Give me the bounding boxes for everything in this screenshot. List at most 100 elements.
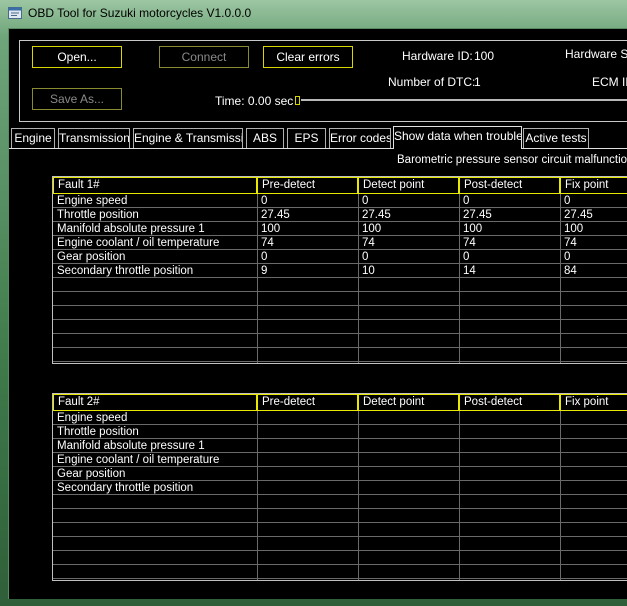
fault1-cell-pre-detect[interactable]: 74: [257, 236, 358, 250]
fault2-cell-parameter[interactable]: Gear position: [53, 467, 257, 481]
fault1-cell-detect-point[interactable]: 100: [358, 222, 459, 236]
fault2-cell-fix-point[interactable]: [560, 425, 627, 439]
fault2-cell-pre-detect[interactable]: [257, 467, 358, 481]
time-slider-thumb[interactable]: [295, 96, 300, 105]
fault2-cell-post-detect[interactable]: [459, 453, 560, 467]
fault2-cell-post-detect[interactable]: [459, 439, 560, 453]
fault2-cell-fix-point[interactable]: [560, 453, 627, 467]
fault2-cell-pre-detect[interactable]: [257, 425, 358, 439]
fault1-cell-parameter[interactable]: Secondary throttle position: [53, 264, 257, 278]
fault1-header-post-detect[interactable]: Post-detect: [459, 177, 560, 194]
tab-show-data-when-trouble[interactable]: Show data when trouble: [393, 126, 522, 149]
fault1-cell-fix-point[interactable]: 84: [560, 264, 627, 278]
fault2-cell-detect-point[interactable]: [358, 481, 459, 495]
fault2-header-name[interactable]: Fault 2#: [53, 394, 257, 411]
fault1-cell-parameter[interactable]: Manifold absolute pressure 1: [53, 222, 257, 236]
fault1-cell-post-detect[interactable]: 27.45: [459, 208, 560, 222]
fault1-cell-post-detect[interactable]: 0: [459, 194, 560, 208]
fault2-header-detect-point[interactable]: Detect point: [358, 394, 459, 411]
fault2-cell-parameter[interactable]: Engine speed: [53, 411, 257, 425]
tab-eps[interactable]: EPS: [287, 128, 326, 148]
title-bar[interactable]: OBD Tool for Suzuki motorcycles V1.0.0.0: [0, 0, 627, 28]
fault1-header-pre-detect[interactable]: Pre-detect: [257, 177, 358, 194]
fault2-header-post-detect[interactable]: Post-detect: [459, 394, 560, 411]
fault1-header-detect-point[interactable]: Detect point: [358, 177, 459, 194]
fault1-cell-fix-point[interactable]: 27.45: [560, 208, 627, 222]
fault2-cell-pre-detect[interactable]: [257, 481, 358, 495]
fault1-cell-pre-detect[interactable]: 27.45: [257, 208, 358, 222]
fault1-cell-parameter[interactable]: Throttle position: [53, 208, 257, 222]
row-divider: [53, 305, 627, 306]
fault2-cell-post-detect[interactable]: [459, 467, 560, 481]
fault1-cell-pre-detect[interactable]: 100: [257, 222, 358, 236]
fault1-cell-pre-detect[interactable]: 9: [257, 264, 358, 278]
fault1-cell-fix-point[interactable]: 74: [560, 236, 627, 250]
fault1-cell-parameter[interactable]: Engine speed: [53, 194, 257, 208]
fault1-cell-detect-point[interactable]: 10: [358, 264, 459, 278]
row-divider: [53, 508, 627, 509]
fault2-cell-post-detect[interactable]: [459, 425, 560, 439]
fault2-cell-detect-point[interactable]: [358, 453, 459, 467]
fault2-cell-detect-point[interactable]: [358, 467, 459, 481]
trouble-title: Barometric pressure sensor circuit malfu…: [397, 154, 627, 166]
time-slider-track[interactable]: [301, 99, 627, 101]
tab-transmission[interactable]: Transmission: [58, 128, 130, 148]
row-divider: [53, 291, 627, 292]
fault2-cell-post-detect[interactable]: [459, 411, 560, 425]
connect-button[interactable]: Connect: [159, 46, 249, 68]
tab-engine[interactable]: Engine: [11, 128, 55, 148]
tab-abs[interactable]: ABS: [246, 128, 284, 148]
fault1-cell-post-detect[interactable]: 100: [459, 222, 560, 236]
row-divider: [53, 564, 627, 565]
fault2-cell-parameter[interactable]: Secondary throttle position: [53, 481, 257, 495]
fault1-cell-parameter[interactable]: Engine coolant / oil temperature: [53, 236, 257, 250]
open-button[interactable]: Open...: [32, 46, 122, 68]
fault1-cell-fix-point[interactable]: 0: [560, 250, 627, 264]
row-divider: [53, 333, 627, 334]
fault2-header-fix-point[interactable]: Fix point: [560, 394, 627, 411]
fault1-grid[interactable]: Fault 1# Pre-detect Detect point Post-detec…: [52, 176, 627, 364]
clear-errors-button[interactable]: Clear errors: [263, 46, 353, 68]
tab-engine-transmission[interactable]: Engine & Transmission: [133, 128, 243, 148]
fault1-cell-pre-detect[interactable]: 0: [257, 250, 358, 264]
fault1-cell-fix-point[interactable]: 0: [560, 194, 627, 208]
save-as-button[interactable]: Save As...: [32, 88, 122, 110]
fault2-cell-parameter[interactable]: Engine coolant / oil temperature: [53, 453, 257, 467]
fault2-cell-pre-detect[interactable]: [257, 453, 358, 467]
fault1-cell-detect-point[interactable]: 74: [358, 236, 459, 250]
fault1-cell-post-detect[interactable]: 74: [459, 236, 560, 250]
fault2-grid[interactable]: Fault 2# Pre-detect Detect point Post-detec…: [52, 393, 627, 581]
tab-active-tests[interactable]: Active tests: [523, 128, 589, 148]
fault1-header-name[interactable]: Fault 1#: [53, 177, 257, 194]
fault2-cell-detect-point[interactable]: [358, 439, 459, 453]
main-panel: Open... Connect Clear errors Save As... …: [8, 28, 627, 599]
fault2-cell-detect-point[interactable]: [358, 411, 459, 425]
fault2-cell-detect-point[interactable]: [358, 425, 459, 439]
fault2-cell-fix-point[interactable]: [560, 481, 627, 495]
fault1-header-fix-point[interactable]: Fix point: [560, 177, 627, 194]
tab-error-codes[interactable]: Error codes: [329, 128, 391, 148]
fault2-cell-pre-detect[interactable]: [257, 411, 358, 425]
fault2-cell-parameter[interactable]: Manifold absolute pressure 1: [53, 439, 257, 453]
row-divider: [53, 319, 627, 320]
fault2-cell-post-detect[interactable]: [459, 481, 560, 495]
fault1-cell-detect-point[interactable]: 0: [358, 250, 459, 264]
fault1-cell-fix-point[interactable]: 100: [560, 222, 627, 236]
fault1-cell-post-detect[interactable]: 14: [459, 264, 560, 278]
fault1-cell-detect-point[interactable]: 27.45: [358, 208, 459, 222]
fault1-cell-pre-detect[interactable]: 0: [257, 194, 358, 208]
fault2-cell-parameter[interactable]: Throttle position: [53, 425, 257, 439]
fault2-header-pre-detect[interactable]: Pre-detect: [257, 394, 358, 411]
dtc-count-label: Number of DTC:: [388, 75, 476, 89]
fault2-cell-pre-detect[interactable]: [257, 439, 358, 453]
time-label: Time: 0.00 sec: [215, 94, 294, 108]
fault2-cell-fix-point[interactable]: [560, 439, 627, 453]
fault1-cell-parameter[interactable]: Gear position: [53, 250, 257, 264]
hardware-sn-label: Hardware SN: [565, 47, 627, 61]
fault1-cell-detect-point[interactable]: 0: [358, 194, 459, 208]
fault2-cell-fix-point[interactable]: [560, 411, 627, 425]
fault1-cell-post-detect[interactable]: 0: [459, 250, 560, 264]
fault2-cell-fix-point[interactable]: [560, 467, 627, 481]
row-divider: [53, 522, 627, 523]
hardware-id-value: 100: [474, 49, 495, 63]
